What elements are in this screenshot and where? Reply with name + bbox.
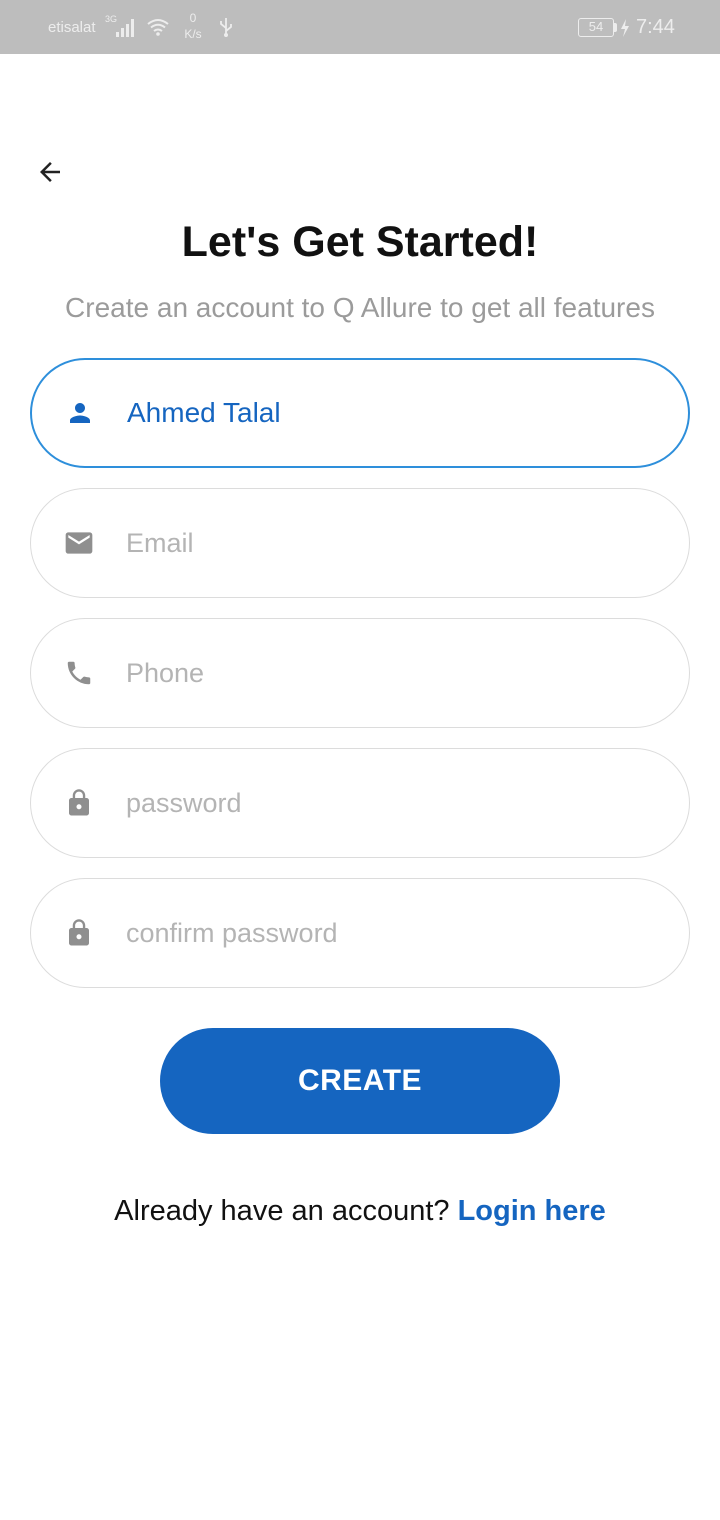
person-icon [64, 397, 96, 429]
name-field[interactable] [30, 358, 690, 468]
speed-value: 0 [189, 11, 197, 25]
carrier-label: etisalat [48, 19, 96, 36]
confirm-password-field[interactable] [30, 878, 690, 988]
login-prompt-text: Already have an account? [114, 1195, 450, 1227]
email-field[interactable] [30, 488, 690, 598]
email-input[interactable] [126, 489, 659, 597]
phone-field[interactable] [30, 618, 690, 728]
phone-icon [63, 657, 95, 689]
back-button[interactable] [30, 152, 70, 192]
password-input[interactable] [126, 749, 659, 857]
create-button[interactable]: CREATE [160, 1028, 560, 1134]
phone-input[interactable] [126, 619, 659, 727]
lock-icon [63, 917, 95, 949]
battery-level: 54 [588, 19, 604, 34]
clock: 7:44 [636, 16, 675, 38]
lock-icon [63, 787, 95, 819]
status-bar: etisalat 3G 0 K/s 54 7:44 [0, 0, 720, 54]
name-input[interactable] [127, 360, 658, 466]
password-field[interactable] [30, 748, 690, 858]
login-link[interactable]: Login here [458, 1195, 606, 1227]
page-subtitle: Create an account to Q Allure to get all… [65, 292, 655, 323]
arrow-back-icon [40, 162, 60, 182]
email-icon [63, 527, 95, 559]
network-speed: 0 K/s [180, 10, 206, 42]
battery-tip [614, 23, 617, 32]
charging-icon [621, 19, 629, 37]
speed-unit: K/s [184, 27, 202, 41]
confirm-password-input[interactable] [126, 879, 659, 987]
login-prompt: Already have an account? Login here [0, 1195, 720, 1228]
wifi-icon [147, 19, 169, 36]
battery-icon: 54 [578, 18, 614, 37]
signal-icon [116, 19, 134, 37]
page-title: Let's Get Started! [181, 218, 539, 266]
usb-icon [220, 18, 232, 37]
